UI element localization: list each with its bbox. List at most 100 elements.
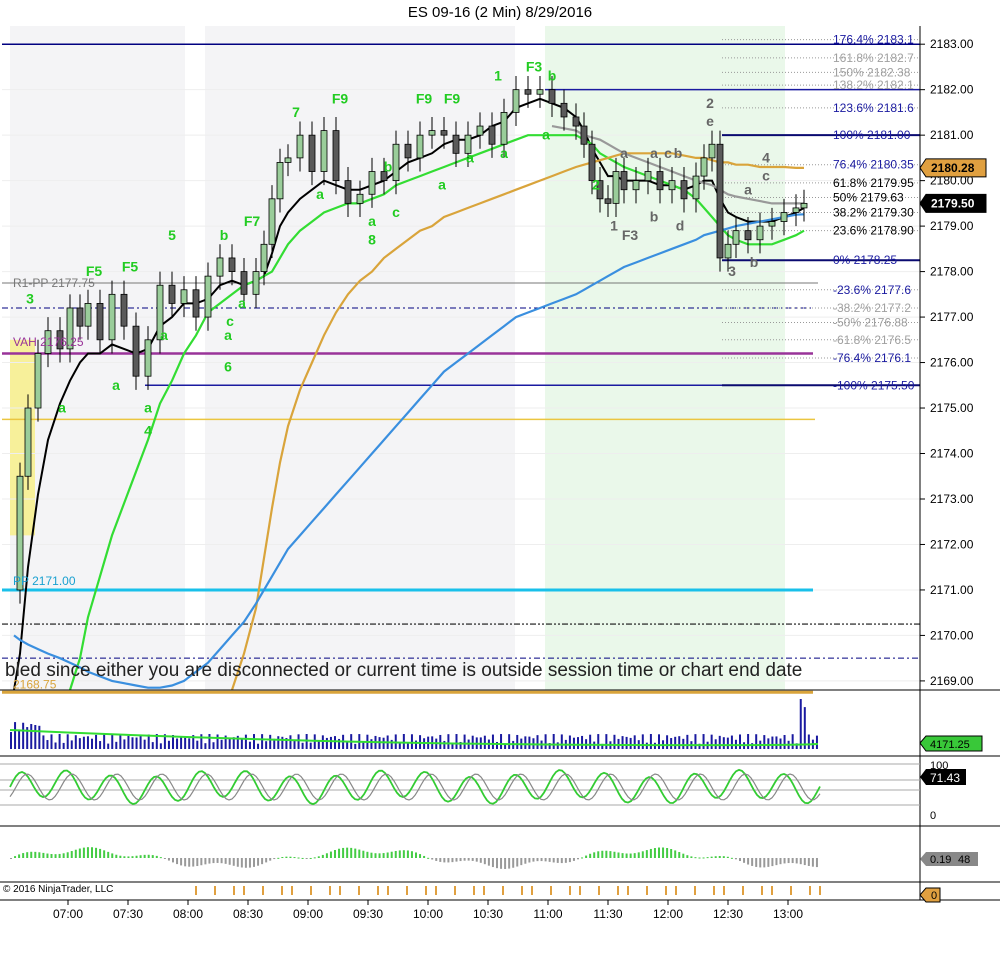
volume-bar [779, 738, 782, 749]
wave-label: b [750, 254, 759, 270]
volume-bar [95, 734, 98, 749]
momentum-bar [666, 848, 669, 858]
price-chart[interactable]: 176.4% 2183.1161.8% 2182.7150% 2182.3813… [0, 0, 1000, 954]
wave-label: 2 [706, 95, 714, 111]
volume-bar [111, 734, 114, 749]
momentum-bar [107, 851, 110, 858]
signal-marker [531, 886, 533, 895]
signal-marker [694, 886, 696, 895]
momentum-bar [783, 858, 786, 864]
volume-bar [329, 736, 332, 749]
candle [192, 289, 200, 318]
y-tick-label: 2170.00 [930, 628, 974, 642]
wave-label: 8 [368, 231, 376, 247]
momentum-bar [382, 853, 385, 858]
wave-label: b [384, 159, 393, 175]
candle [756, 225, 764, 241]
momentum-bar [508, 858, 511, 869]
y-tick-label: 2173.00 [930, 492, 974, 506]
volume-bar [143, 739, 146, 749]
volume-bar [325, 737, 328, 749]
signal-marker [406, 886, 408, 895]
volume-bar [46, 740, 49, 749]
pivot-label: VAH 2176.25 [13, 335, 84, 349]
candle [452, 134, 460, 154]
candle [296, 134, 304, 159]
candle [768, 221, 776, 227]
wave-label: F9 [416, 90, 433, 106]
signal-marker [358, 886, 360, 895]
wave-label: a [368, 213, 376, 229]
momentum-bar [180, 858, 183, 866]
wave-label: a [620, 145, 628, 161]
signal-marker [339, 886, 341, 895]
volume-average-line [9, 729, 819, 747]
momentum-bar [378, 853, 381, 858]
momentum-bar [313, 857, 316, 859]
candle [204, 275, 212, 318]
x-tick-label: 13:00 [773, 907, 803, 921]
momentum-bar [617, 852, 620, 858]
fib-label: 38.2% 2179.30 [833, 205, 914, 219]
volume-bar [18, 729, 21, 749]
wave-label: 3 [26, 290, 34, 306]
stochastic-signal-line [9, 773, 821, 801]
momentum-bar [42, 852, 45, 858]
volume-bar [188, 738, 191, 749]
x-tick-label: 10:30 [473, 907, 503, 921]
fib-label: -23.6% 2177.6 [833, 283, 911, 297]
volume-bar [678, 736, 681, 749]
y-tick-label: 2176.00 [930, 356, 974, 370]
momentum-bar [633, 853, 636, 858]
candle [308, 134, 316, 172]
signal-marker [579, 886, 581, 895]
momentum-bar [463, 858, 466, 861]
volume-bar [686, 734, 689, 749]
momentum-bar [694, 857, 697, 859]
momentum-bar [248, 858, 251, 868]
fib-label: 161.8% 2182.7 [833, 51, 914, 65]
momentum-bar [10, 858, 12, 859]
volume-bar [151, 742, 154, 749]
momentum-bar [682, 853, 685, 858]
momentum-bar [763, 858, 766, 868]
price-tag-label: 2180.28 [931, 161, 975, 175]
fib-label: 123.6% 2181.6 [833, 101, 914, 115]
candle [332, 130, 340, 182]
volume-bar [382, 737, 385, 749]
candle [260, 243, 268, 272]
momentum-bar [111, 853, 114, 858]
momentum-bar [74, 849, 77, 858]
wave-label: a [744, 181, 752, 197]
signal-marker [195, 886, 197, 895]
wave-label: c [392, 204, 400, 220]
momentum-bar [200, 858, 203, 866]
wave-label: F5 [122, 259, 139, 275]
momentum-bar [751, 858, 754, 866]
momentum-bar [589, 853, 592, 858]
candle [34, 353, 42, 409]
y-tick-label: 2177.00 [930, 310, 974, 324]
volume-bar [390, 739, 393, 749]
x-tick-label: 11:00 [533, 907, 562, 921]
wave-label: 6 [224, 359, 232, 375]
candle [632, 180, 640, 191]
volume-bar [552, 734, 555, 749]
candle [612, 171, 620, 204]
momentum-bar [739, 858, 741, 862]
momentum-bar [338, 848, 341, 858]
volume-bar [641, 734, 644, 749]
wave-label: 1 [610, 218, 618, 234]
candle [716, 143, 724, 259]
momentum-bar [289, 856, 292, 858]
volume-bar [131, 737, 134, 749]
volume-bar [176, 738, 179, 749]
candle [268, 198, 276, 245]
volume-bar [556, 742, 559, 749]
momentum-bar [346, 847, 349, 858]
volume-bar [803, 707, 806, 749]
volume-bar [617, 738, 620, 749]
momentum-bar [329, 851, 332, 858]
candle [168, 284, 176, 304]
momentum-bar [544, 858, 547, 862]
